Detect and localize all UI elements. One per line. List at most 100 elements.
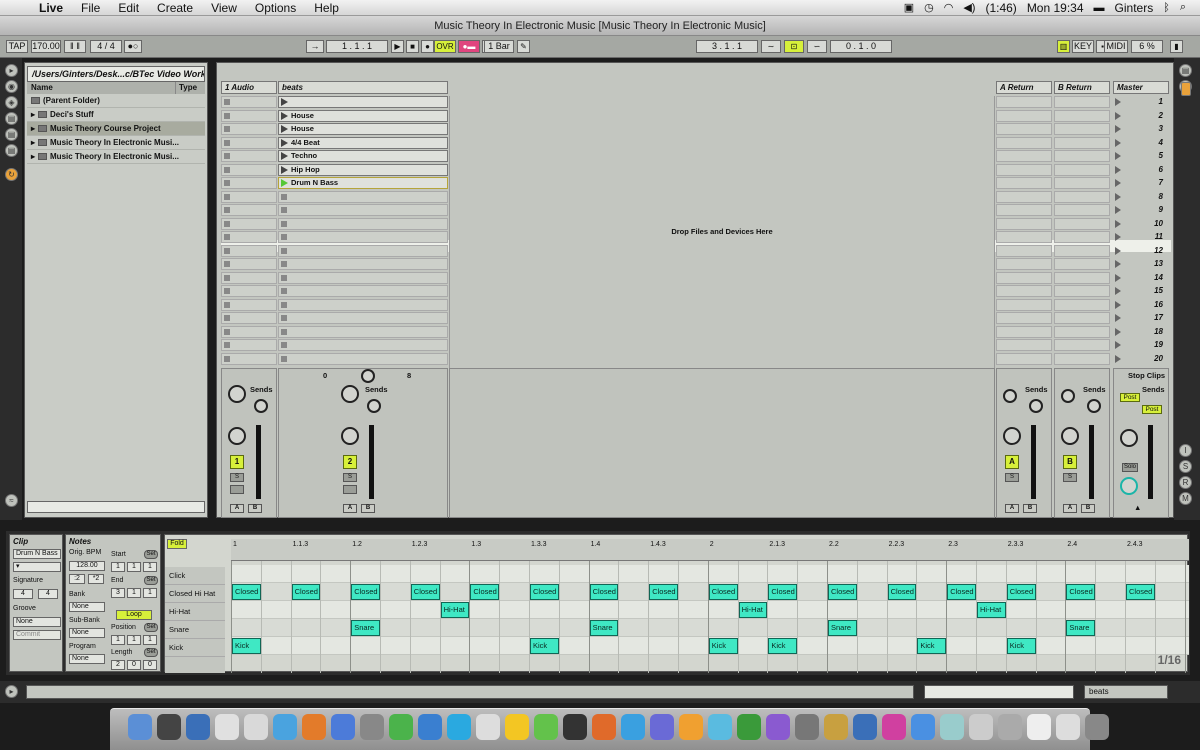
midi-note[interactable]: Kick	[708, 638, 738, 654]
start-set-button[interactable]: Set	[144, 550, 158, 559]
stop-button-icon[interactable]	[281, 288, 287, 294]
scene-launch-icon[interactable]	[1115, 165, 1121, 174]
crossfader-icon[interactable]	[361, 369, 375, 383]
stop-button-icon[interactable]	[281, 342, 287, 348]
midi-note[interactable]: Closed	[291, 584, 321, 600]
scene-launch-icon[interactable]	[1115, 125, 1121, 133]
dock-app-icon[interactable]	[447, 714, 471, 740]
menu-options[interactable]: Options	[246, 1, 305, 15]
clip-slot[interactable]	[221, 339, 277, 351]
dock-app-icon[interactable]	[969, 714, 993, 740]
stop-button-icon[interactable]	[281, 274, 287, 281]
midi-map-button[interactable]: MIDI	[1104, 40, 1128, 53]
dock-app-icon[interactable]	[476, 714, 500, 740]
midi-note[interactable]: Snare	[351, 620, 380, 636]
metronome-button[interactable]: ●○	[124, 40, 142, 53]
live-devices-icon[interactable]: ◉	[5, 80, 18, 93]
clip-launch-icon[interactable]	[281, 165, 288, 174]
dock-app-icon[interactable]	[824, 714, 848, 740]
stop-button-icon[interactable]	[224, 193, 230, 200]
dock-app-icon[interactable]	[505, 714, 529, 740]
stop-button-icon[interactable]	[224, 288, 230, 294]
cue-volume-knob[interactable]	[1120, 477, 1138, 495]
clip-slot[interactable]	[278, 285, 448, 297]
drum-pad-label[interactable]: Click	[165, 567, 225, 585]
hot-swap-icon[interactable]: ↻	[5, 168, 18, 181]
length-beat[interactable]: 0	[127, 660, 141, 670]
dock-app-icon[interactable]	[360, 714, 384, 740]
pan-knob[interactable]	[341, 427, 359, 445]
scene-launch-icon[interactable]	[1115, 233, 1121, 241]
menu-help[interactable]: Help	[305, 1, 348, 15]
clip[interactable]: House	[278, 109, 448, 122]
position-beat[interactable]: 1	[127, 635, 141, 645]
disclosure-triangle-icon[interactable]: ▸	[31, 108, 35, 121]
sends-toggle-icon[interactable]: S	[1179, 460, 1192, 473]
midi-note[interactable]: Closed	[887, 584, 917, 600]
browser-item[interactable]: ▸ Music Theory In Electronic Musi...	[27, 136, 205, 150]
stop-button-icon[interactable]	[281, 193, 287, 200]
signature-numerator[interactable]: 4	[13, 589, 33, 599]
dock-app-icon[interactable]	[853, 714, 877, 740]
midi-note[interactable]: Closed	[768, 584, 798, 600]
drum-pad-label[interactable]: Kick	[165, 639, 225, 657]
clip-slot[interactable]	[278, 204, 448, 216]
position-sixteenth[interactable]: 1	[143, 635, 157, 645]
loop-length-field[interactable]: 0 . 1 . 0	[830, 40, 892, 53]
clip-slot[interactable]	[278, 312, 448, 324]
arm-button[interactable]	[343, 485, 357, 494]
dock-app-icon[interactable]	[157, 714, 181, 740]
scene-launch-button[interactable]: 18	[1113, 326, 1169, 338]
scene-launch-button[interactable]: 15	[1113, 285, 1169, 297]
volume-icon[interactable]: ◀)	[963, 1, 975, 14]
beat-time-ruler[interactable]: 1 1.1.3 1.2 1.2.3 1.3 1.3.3 1.4 1.4.3 2 2.1.3 2.2 2…	[231, 539, 1189, 561]
loop-switch-icon[interactable]: ⊡	[784, 40, 804, 53]
midi-note[interactable]: Hi-Hat	[977, 602, 1006, 618]
battery-status[interactable]: (1:46)	[985, 1, 1016, 15]
scene-launch-button[interactable]: 4	[1113, 137, 1169, 149]
clip-slot[interactable]	[221, 96, 277, 108]
clip[interactable]: Techno	[278, 150, 448, 162]
send-b-knob[interactable]	[254, 399, 268, 413]
dock-app-icon[interactable]	[650, 714, 674, 740]
scene-launch-icon[interactable]	[1115, 206, 1121, 214]
crossfade-a-button[interactable]: A	[1005, 504, 1019, 513]
arrangement-position-field[interactable]: 1 . 1 . 1	[326, 40, 388, 53]
scene-launch-icon[interactable]	[1115, 273, 1121, 282]
clip-slot[interactable]	[278, 271, 448, 284]
spotlight-search-icon[interactable]: ⌕	[1180, 1, 1186, 14]
return-activator-a[interactable]: A	[1005, 455, 1019, 469]
scene-launch-icon[interactable]	[1115, 260, 1121, 268]
midi-note[interactable]: Snare	[828, 620, 857, 636]
browser-item[interactable]: ▸ Music Theory In Electronic Musi...	[27, 150, 205, 164]
crossfade-b-button[interactable]: B	[1081, 504, 1095, 513]
menu-app[interactable]: Live	[30, 1, 72, 15]
solo-button[interactable]: S	[1063, 473, 1077, 482]
midi-note[interactable]: Closed	[1006, 584, 1036, 600]
crossfader-icon[interactable]: ▲	[1134, 503, 1141, 512]
flag-icon[interactable]: ▬	[1094, 2, 1105, 14]
bluetooth-icon[interactable]: ᛒ	[1163, 2, 1170, 14]
scene-launch-icon[interactable]	[1115, 152, 1121, 160]
track-title-a-return[interactable]: A Return	[996, 81, 1052, 94]
stop-button-icon[interactable]	[224, 166, 230, 173]
loop-start-field[interactable]: 3 . 1 . 1	[696, 40, 758, 53]
clip[interactable]: House	[278, 123, 448, 135]
scene-launch-button[interactable]: 14	[1113, 272, 1169, 284]
pan-knob[interactable]	[1003, 427, 1021, 445]
dock-app-icon[interactable]	[882, 714, 906, 740]
midi-note[interactable]: Closed	[589, 584, 619, 600]
overdub-button[interactable]: OVR	[434, 40, 456, 53]
dock-app-icon[interactable]	[621, 714, 645, 740]
nudge-buttons[interactable]: ‖ ‖	[64, 40, 86, 53]
dock-app-icon[interactable]	[331, 714, 355, 740]
scene-launch-button[interactable]: 20	[1113, 353, 1169, 365]
drum-pad-label[interactable]: Snare	[165, 621, 225, 639]
clip-launch-icon[interactable]	[281, 111, 288, 120]
stop-button-icon[interactable]	[224, 99, 230, 105]
clip-slot[interactable]	[221, 285, 277, 297]
pan-knob[interactable]	[1120, 429, 1138, 447]
stop-button-icon[interactable]	[224, 207, 230, 213]
clip-slot[interactable]	[221, 231, 277, 243]
track-activator-1[interactable]: 1	[230, 455, 244, 469]
